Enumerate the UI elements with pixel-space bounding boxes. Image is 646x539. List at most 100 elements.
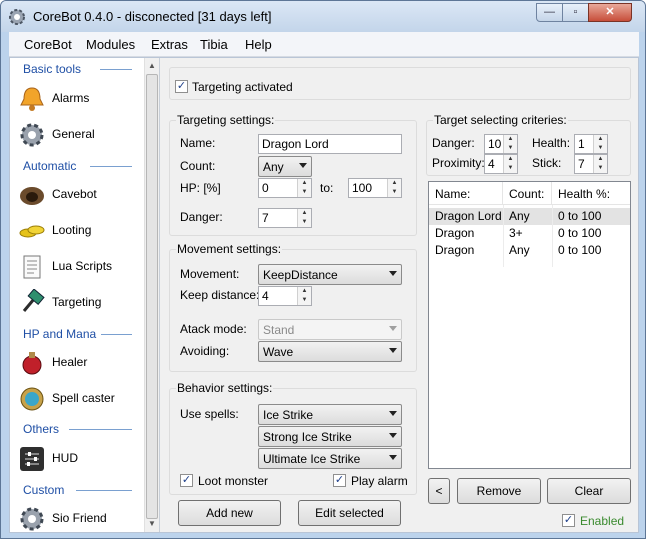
danger-label: Danger: (180, 210, 223, 224)
criteria-danger-label: Danger: (432, 136, 475, 150)
menu-help[interactable]: Help (245, 37, 272, 52)
app-gear-icon (9, 9, 25, 25)
column-divider (552, 205, 553, 267)
play-alarm-label: Play alarm (351, 474, 408, 488)
name-label: Name: (180, 136, 216, 150)
close-button[interactable]: ✕ (588, 3, 632, 22)
column-header-name[interactable]: Name: (429, 182, 503, 205)
menu-corebot[interactable]: CoreBot (24, 37, 72, 52)
criteria-health-stepper[interactable]: 1 ▲ ▼ (574, 134, 608, 154)
spell-2-dropdown[interactable]: Strong Ice Strike (258, 426, 402, 447)
add-new-button[interactable]: Add new (178, 500, 281, 526)
target-list[interactable]: Name: Count: Health %: Dragon Lord Any 0… (428, 181, 631, 469)
category-divider (76, 490, 132, 491)
row-health: 0 to 100 (558, 209, 602, 223)
sidebar-scrollbar[interactable]: ▲ ▼ (144, 58, 159, 532)
sidebar-item-targeting[interactable]: Targeting (14, 286, 144, 318)
sidebar-item-label: Cavebot (52, 187, 97, 201)
sidebar-item-looting[interactable]: Looting (14, 214, 144, 246)
spin-arrows-icon[interactable]: ▲ ▼ (297, 287, 311, 305)
scroll-up-arrow-icon[interactable]: ▲ (147, 61, 157, 70)
hp-label: HP: [%] (180, 181, 221, 195)
movement-value: KeepDistance (263, 268, 338, 282)
targeting-activated-checkbox[interactable]: ✓ (175, 80, 188, 93)
keep-distance-stepper[interactable]: 4 ▲ ▼ (258, 286, 312, 306)
client-area: Basic tools Alarms General Automatic Cav… (9, 57, 639, 533)
attack-mode-value: Stand (263, 323, 295, 337)
targeting-activated-label: Targeting activated (192, 80, 293, 94)
chevron-down-icon (389, 411, 397, 416)
spin-arrows-icon[interactable]: ▲ ▼ (503, 155, 517, 173)
criteria-stick-value: 7 (578, 157, 585, 171)
behavior-settings-group: Behavior settings: Use spells: Ice Strik… (169, 381, 417, 495)
edit-selected-button[interactable]: Edit selected (298, 500, 401, 526)
table-row[interactable]: Dragon Any 0 to 100 (429, 242, 630, 259)
column-header-count[interactable]: Count: (503, 182, 552, 205)
target-criteria-group: Target selecting criteries: Danger: 10 ▲ ▼… (426, 113, 631, 176)
bell-icon (20, 87, 44, 111)
spin-arrows-icon[interactable]: ▲ ▼ (297, 209, 311, 227)
play-alarm-checkbox[interactable]: ✓ (333, 474, 346, 487)
sidebar-item-spell-caster[interactable]: Spell caster (14, 382, 144, 414)
sidebar-item-label: Sio Friend (52, 511, 107, 525)
spin-arrows-icon[interactable]: ▲ ▼ (593, 135, 607, 153)
spell-2-value: Strong Ice Strike (263, 430, 352, 444)
sidebar-item-hud[interactable]: HUD (14, 442, 144, 474)
avoiding-value: Wave (263, 345, 294, 359)
spin-arrows-icon[interactable]: ▲ ▼ (387, 179, 401, 197)
spin-arrows-icon[interactable]: ▲ ▼ (593, 155, 607, 173)
gold-coins-icon (19, 225, 45, 238)
sidebar-item-cavebot[interactable]: Cavebot (14, 178, 144, 210)
criteria-proximity-value: 4 (488, 157, 495, 171)
menu-modules[interactable]: Modules (86, 37, 135, 52)
count-dropdown[interactable]: Any (258, 156, 312, 177)
sidebar-item-sio-friend[interactable]: Sio Friend (14, 502, 144, 534)
hp-to-stepper[interactable]: 100 ▲ ▼ (348, 178, 402, 198)
table-row[interactable]: Dragon Lord Any 0 to 100 (429, 208, 630, 225)
sidebar-item-healer[interactable]: Healer (14, 346, 144, 378)
scrollbar-thumb[interactable] (146, 74, 158, 519)
danger-stepper[interactable]: 7 ▲ ▼ (258, 208, 312, 228)
minimize-button[interactable]: — (536, 3, 563, 22)
chevron-down-icon (389, 271, 397, 276)
menu-tibia[interactable]: Tibia (200, 37, 228, 52)
sidebar-item-alarms[interactable]: Alarms (14, 82, 144, 114)
loot-monster-checkbox[interactable]: ✓ (180, 474, 193, 487)
remove-button[interactable]: Remove (457, 478, 541, 504)
criteria-health-value: 1 (578, 137, 585, 151)
movement-dropdown[interactable]: KeepDistance (258, 264, 402, 285)
spell-1-dropdown[interactable]: Ice Strike (258, 404, 402, 425)
hammer-icon (22, 289, 45, 312)
chevron-down-icon (299, 163, 307, 168)
criteria-proximity-stepper[interactable]: 4 ▲ ▼ (484, 154, 518, 174)
movement-label: Movement: (180, 267, 240, 281)
sidebar-item-lua-scripts[interactable]: Lua Scripts (14, 250, 144, 282)
menu-extras[interactable]: Extras (151, 37, 188, 52)
sidebar-item-label: HUD (52, 451, 78, 465)
table-row[interactable]: Dragon 3+ 0 to 100 (429, 225, 630, 242)
category-automatic: Automatic (23, 159, 77, 173)
criteria-stick-stepper[interactable]: 7 ▲ ▼ (574, 154, 608, 174)
name-field[interactable]: Dragon Lord (258, 134, 402, 154)
scroll-down-arrow-icon[interactable]: ▼ (147, 519, 157, 528)
column-header-health[interactable]: Health %: (552, 182, 630, 205)
clear-button[interactable]: Clear (547, 478, 631, 504)
targeting-settings-group: Targeting settings: Name: Dragon Lord Co… (169, 113, 417, 236)
criteria-health-label: Health: (532, 136, 571, 150)
spin-arrows-icon[interactable]: ▲ ▼ (297, 179, 311, 197)
maximize-button[interactable]: ▫ (562, 3, 589, 22)
spin-arrows-icon[interactable]: ▲ ▼ (503, 135, 517, 153)
enabled-checkbox[interactable]: ✓ (562, 514, 575, 527)
avoiding-dropdown[interactable]: Wave (258, 341, 402, 362)
back-button[interactable]: < (428, 478, 450, 504)
spell-3-dropdown[interactable]: Ultimate Ice Strike (258, 448, 402, 469)
row-count: Any (509, 209, 530, 223)
criteria-danger-stepper[interactable]: 10 ▲ ▼ (484, 134, 518, 154)
category-divider (100, 69, 132, 70)
sidebar-item-general[interactable]: General (14, 118, 144, 150)
row-health: 0 to 100 (558, 226, 602, 240)
group-title: Movement settings: (176, 242, 283, 256)
title-bar[interactable]: CoreBot 0.4.0 - disconected [31 days lef… (1, 1, 645, 32)
hp-from-stepper[interactable]: 0 ▲ ▼ (258, 178, 312, 198)
sidebar-item-label: Lua Scripts (52, 259, 113, 273)
